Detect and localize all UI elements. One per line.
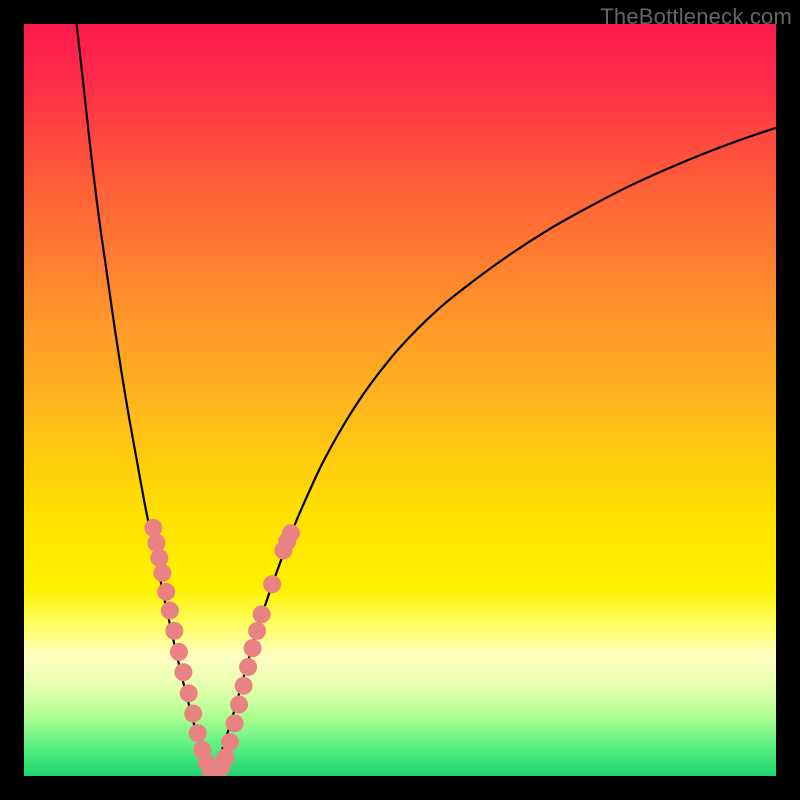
scatter-point — [147, 534, 165, 552]
scatter-point — [239, 658, 257, 676]
scatter-point — [221, 733, 239, 751]
scatter-point — [253, 605, 271, 623]
scatter-point — [230, 696, 248, 714]
chart-frame — [24, 24, 776, 776]
gradient-background — [24, 24, 776, 776]
scatter-point — [161, 602, 179, 620]
scatter-point — [180, 684, 198, 702]
scatter-point — [184, 705, 202, 723]
scatter-point — [170, 643, 188, 661]
scatter-point — [282, 524, 300, 542]
watermark-text: TheBottleneck.com — [600, 4, 792, 30]
scatter-point — [144, 519, 162, 537]
scatter-point — [153, 564, 171, 582]
scatter-point — [244, 639, 262, 657]
scatter-point — [235, 677, 253, 695]
chart-svg — [24, 24, 776, 776]
scatter-point — [157, 583, 175, 601]
scatter-point — [248, 622, 266, 640]
scatter-point — [189, 724, 207, 742]
scatter-point — [174, 663, 192, 681]
scatter-point — [226, 714, 244, 732]
scatter-point — [165, 622, 183, 640]
scatter-point — [150, 549, 168, 567]
scatter-point — [263, 575, 281, 593]
